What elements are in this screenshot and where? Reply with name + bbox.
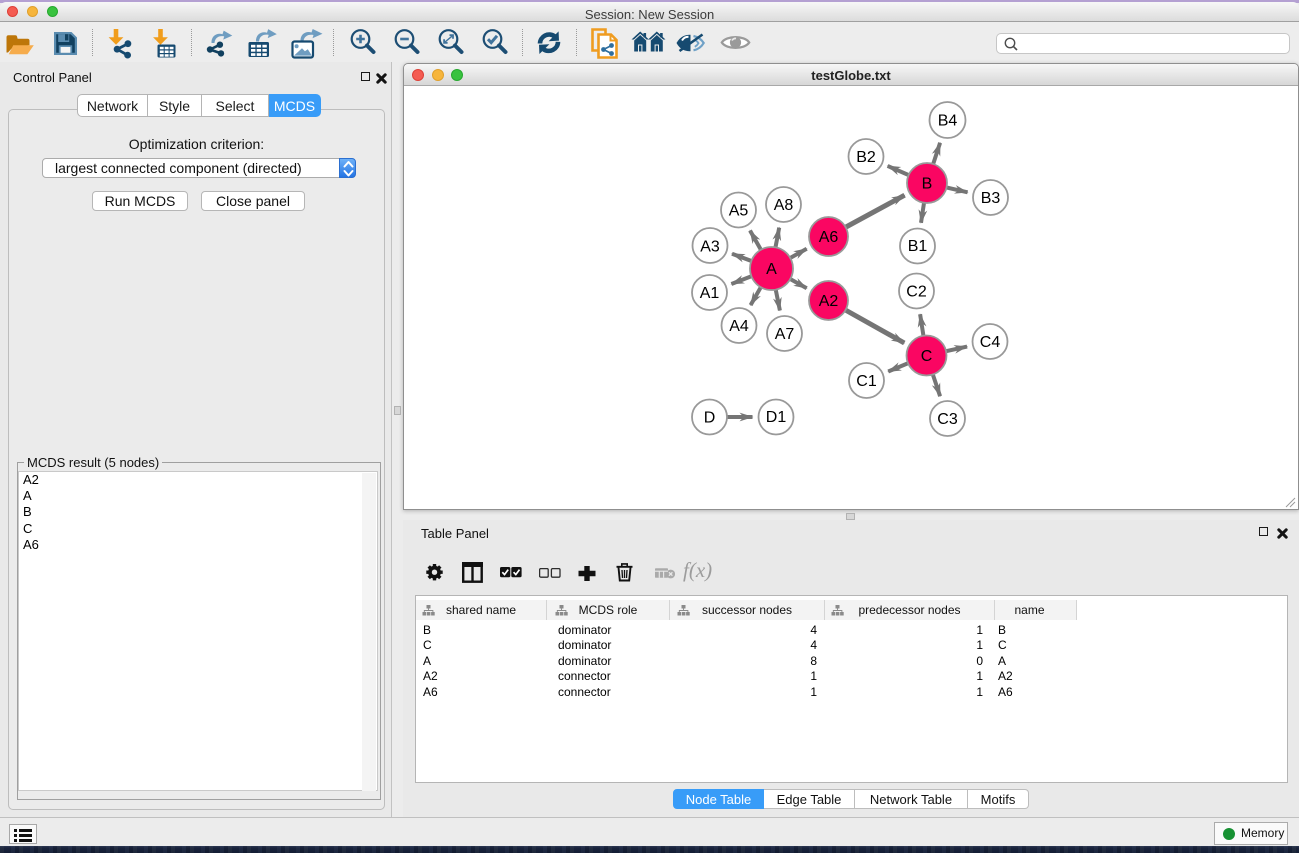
svg-text:B4: B4 <box>938 113 958 130</box>
svg-text:A4: A4 <box>729 318 749 335</box>
svg-text:C3: C3 <box>937 411 958 428</box>
svg-text:A8: A8 <box>774 197 794 214</box>
svg-text:B2: B2 <box>856 149 876 166</box>
svg-text:D: D <box>704 410 716 427</box>
svg-text:B: B <box>922 176 933 193</box>
svg-text:B1: B1 <box>908 238 928 255</box>
svg-text:A2: A2 <box>819 293 839 310</box>
svg-text:B3: B3 <box>981 190 1001 207</box>
svg-text:A: A <box>766 261 777 278</box>
svg-text:C2: C2 <box>906 284 927 301</box>
svg-text:A6: A6 <box>819 229 839 246</box>
svg-text:C: C <box>921 348 933 365</box>
svg-text:A7: A7 <box>775 326 795 343</box>
svg-text:A3: A3 <box>700 239 720 256</box>
svg-text:D1: D1 <box>766 409 787 426</box>
svg-text:C4: C4 <box>980 334 1001 351</box>
svg-text:C1: C1 <box>856 373 877 390</box>
svg-text:A1: A1 <box>700 285 720 302</box>
svg-text:A5: A5 <box>729 203 749 220</box>
